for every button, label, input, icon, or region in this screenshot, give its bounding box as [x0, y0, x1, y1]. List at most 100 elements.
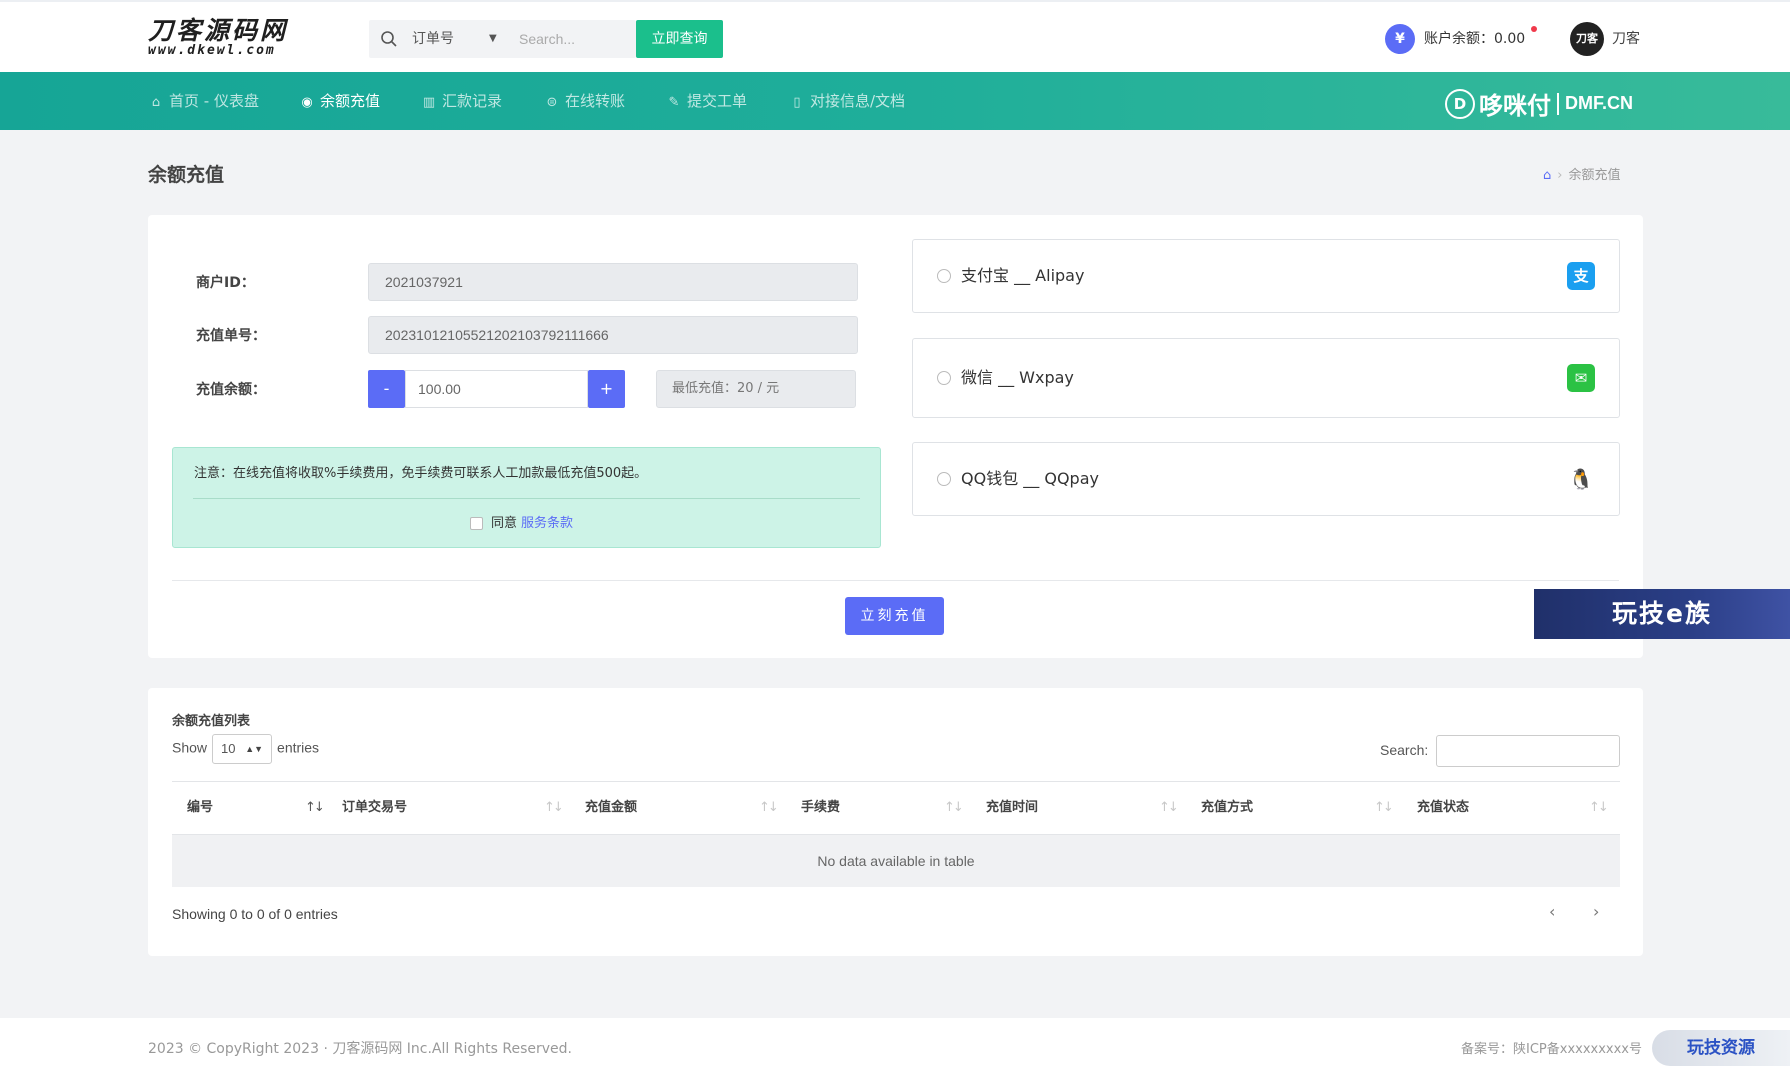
select-arrows-icon: ▲▼ [245, 744, 264, 754]
payment-option-qqpay[interactable]: QQ钱包 __ QQpay 🐧 [912, 442, 1620, 516]
table-title: 余额充值列表 [172, 714, 251, 729]
target-icon: ◉ [301, 95, 313, 110]
edit-icon: ✎ [668, 95, 680, 110]
next-page-button[interactable]: › [1593, 902, 1599, 921]
bar-chart-icon: ▥ [422, 95, 436, 110]
table-header: 编号 ↑↓ 订单交易号 ↑↓ 充值金额 ↑↓ 手续费 ↑↓ 充值时间 ↑↓ 充值… [172, 781, 1620, 835]
increase-button[interactable]: + [588, 370, 625, 408]
site-logo[interactable]: 刀客源码网 www.dkewl.com [148, 18, 348, 58]
wechat-icon: ✉ [1567, 364, 1595, 392]
notice-text: 注意：在线充值将收取%手续费用，免手续费可联系人工加款最低充值500起。 [194, 466, 648, 481]
col-order-no[interactable]: 订单交易号 [342, 782, 407, 834]
payment-option-wxpay[interactable]: 微信 __ Wxpay ✉ [912, 338, 1620, 418]
entries-label: entries [277, 739, 320, 756]
notice-divider [193, 498, 860, 499]
search-type-select[interactable]: 订单号 [412, 20, 454, 58]
breadcrumb-current: 余额充值 [1568, 168, 1621, 183]
user-name: 刀客 [1612, 31, 1640, 47]
search-input[interactable]: Search... [519, 20, 575, 58]
col-time[interactable]: 充值时间 [986, 782, 1038, 834]
agree-terms[interactable]: 同意 服务条款 [470, 512, 573, 531]
col-id[interactable]: 编号 [187, 782, 213, 834]
payment-option-alipay[interactable]: 支付宝 __ Alipay 支 [912, 239, 1620, 313]
notification-dot [1531, 26, 1537, 32]
nav-remit-records[interactable]: ▥ 汇款记录 [421, 72, 502, 130]
home-icon[interactable]: ⌂ [1543, 168, 1551, 183]
amount-input[interactable]: 100.00 [405, 370, 588, 408]
caret-down-icon[interactable]: ▼ [489, 20, 497, 58]
sort-icon[interactable]: ↑↓ [305, 782, 325, 834]
nav-dashboard[interactable]: ⌂ 首页 - 仪表盘 [148, 72, 259, 130]
nav-label: 对接信息/文档 [810, 92, 906, 110]
avatar: 刀客 [1570, 22, 1604, 56]
table-empty-row: No data available in table [172, 835, 1620, 887]
copyright: 2023 © CopyRight 2023 · 刀客源码网 Inc.All Ri… [148, 1041, 572, 1057]
decrease-button[interactable]: - [368, 370, 405, 408]
nav-label: 提交工单 [687, 92, 748, 110]
footer: 2023 © CopyRight 2023 · 刀客源码网 Inc.All Ri… [0, 1018, 1790, 1078]
page-size-control: Show 10 ▲▼ entries [172, 734, 319, 764]
submit-recharge-button[interactable]: 立刻充值 [845, 597, 944, 635]
balance-text: 账户余额：0.00 [1424, 31, 1526, 47]
home-icon: ⌂ [151, 95, 161, 110]
nav-recharge[interactable]: ◉ 余额充值 [299, 72, 380, 130]
brand-icon: D [1445, 88, 1475, 119]
breadcrumb: ⌂ › 余额充值 [1543, 164, 1620, 183]
main-nav: ⌂ 首页 - 仪表盘 ◉ 余额充值 ▥ 汇款记录 ⊜ 在线转账 ✎ 提交工单 ▯ 对接信息/… [0, 72, 1790, 130]
watermark-badge: 玩技资源 [1652, 1030, 1790, 1066]
recharge-card: 商户ID： 2021037921 充值单号： 20231012105521202… [148, 215, 1643, 658]
logo-url: www.dkewl.com [148, 43, 276, 58]
query-button[interactable]: 立即查询 [636, 20, 723, 58]
show-label: Show [172, 739, 208, 756]
radio-wxpay[interactable] [937, 371, 951, 385]
brand-domain: DMF.CN [1565, 93, 1633, 113]
brand-name: 哆咪付 [1479, 92, 1551, 120]
nav-label: 在线转账 [565, 92, 626, 110]
prev-page-button[interactable]: ‹ [1549, 902, 1555, 921]
page-size-select[interactable]: 10 ▲▼ [212, 734, 273, 764]
sort-icon[interactable]: ↑↓ [944, 782, 964, 834]
alipay-icon: 支 [1567, 262, 1595, 290]
col-fee[interactable]: 手续费 [801, 782, 840, 834]
nav-label: 余额充值 [320, 92, 381, 110]
sort-icon[interactable]: ↑↓ [544, 782, 564, 834]
agree-label: 同意 [491, 516, 518, 531]
recharge-list-card: 余额充值列表 Show 10 ▲▼ entries Search: 编号 ↑↓ 订单交… [148, 688, 1643, 956]
sort-icon[interactable]: ↑↓ [1159, 782, 1179, 834]
watermark-banner: 玩技e族 [1534, 589, 1790, 639]
col-amount[interactable]: 充值金额 [585, 782, 637, 834]
nav-ticket[interactable]: ✎ 提交工单 [666, 72, 747, 130]
col-status[interactable]: 充值状态 [1417, 782, 1469, 834]
order-number-field: 20231012105521202103792111666 [368, 316, 858, 354]
book-icon: ▯ [793, 95, 801, 110]
sort-icon[interactable]: ↑↓ [1589, 782, 1609, 834]
payment-label: 支付宝 __ Alipay [961, 266, 1085, 285]
sort-icon[interactable]: ↑↓ [759, 782, 779, 834]
nav-transfer[interactable]: ⊜ 在线转账 [544, 72, 625, 130]
terms-link[interactable]: 服务条款 [521, 516, 573, 531]
search-box: 订单号 ▼ Search... [369, 20, 636, 58]
min-recharge-info: 最低充值：20 / 元 [656, 370, 856, 408]
amount-stepper: - 100.00 + [368, 370, 628, 408]
brand-divider [1557, 92, 1559, 115]
nav-docs[interactable]: ▯ 对接信息/文档 [789, 72, 905, 130]
qq-icon: 🐧 [1567, 465, 1595, 493]
table-search-input[interactable] [1436, 735, 1620, 767]
col-method[interactable]: 充值方式 [1201, 782, 1253, 834]
logo-title: 刀客源码网 [148, 16, 289, 45]
payment-label: QQ钱包 __ QQpay [961, 469, 1099, 488]
merchant-id-label: 商户ID： [196, 275, 255, 291]
agree-checkbox[interactable] [470, 517, 483, 530]
brand-logo: D 哆咪付 DMF.CN [1445, 86, 1633, 120]
table-info: Showing 0 to 0 of 0 entries [172, 906, 338, 922]
top-bar: 刀客源码网 www.dkewl.com 订单号 ▼ Search... 立即查询… [0, 0, 1790, 72]
radio-qqpay[interactable] [937, 472, 951, 486]
radio-alipay[interactable] [937, 269, 951, 283]
payment-label: 微信 __ Wxpay [961, 368, 1074, 387]
form-divider [172, 580, 1619, 581]
nav-label: 首页 - 仪表盘 [169, 92, 259, 110]
sort-icon[interactable]: ↑↓ [1374, 782, 1394, 834]
table-search-label: Search: [1380, 742, 1429, 758]
chevron-right-icon: › [1557, 168, 1563, 183]
icp-record[interactable]: 备案号：陕ICP备xxxxxxxxx号 [1461, 1038, 1642, 1057]
